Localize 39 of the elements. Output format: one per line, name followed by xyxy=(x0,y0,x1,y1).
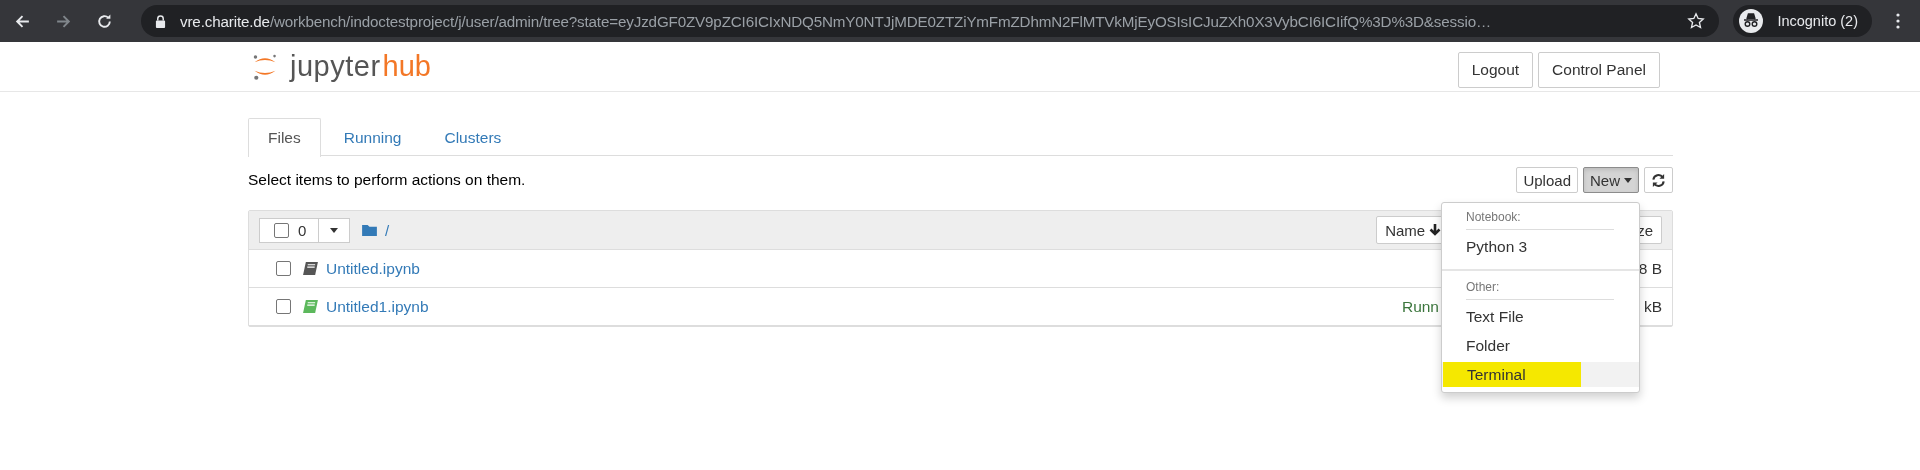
size-text: 8 B xyxy=(1638,259,1662,278)
row-checkbox[interactable] xyxy=(276,299,291,314)
reload-icon[interactable] xyxy=(96,12,113,30)
select-dropdown-button[interactable] xyxy=(319,217,350,243)
menu-header: Notebook: xyxy=(1466,208,1614,230)
menu-item[interactable]: Folder xyxy=(1442,333,1639,358)
file-link[interactable]: Untitled1.ipynb xyxy=(326,297,429,316)
incognito-icon xyxy=(1739,9,1764,33)
brand-name: jupyter xyxy=(290,50,381,83)
tab[interactable]: Clusters xyxy=(424,118,522,155)
tab[interactable]: Running xyxy=(323,118,422,155)
lock-icon xyxy=(155,14,166,28)
hint-text: Select items to perform actions on them. xyxy=(248,171,526,189)
menu-header: Other: xyxy=(1466,278,1614,300)
select-all-button[interactable]: 0 xyxy=(259,217,319,243)
breadcrumb-link[interactable]: / xyxy=(385,221,390,239)
file-link[interactable]: Untitled.ipynb xyxy=(326,259,420,278)
new-button[interactable]: New xyxy=(1583,167,1639,193)
folder-icon[interactable] xyxy=(362,224,377,236)
status-text: Runn xyxy=(1401,297,1439,316)
brand-suffix: hub xyxy=(382,50,431,83)
caret-icon xyxy=(330,227,338,233)
refresh-icon xyxy=(1651,172,1666,188)
address-bar[interactable]: vre.charite.de/workbench/indoctestproject/j/user/admin/tree?state=eyJzdGF0ZV9pZCI6ICIxNDQ5NmY0NTJjMDE0ZTZiYmFmZDhmN2FlMTVkMjEyOSIsICJuZXh0X3VybCI6ICIifQ%3D%3D&sessio… xyxy=(141,5,1720,37)
upload-button[interactable]: Upload xyxy=(1516,167,1578,193)
bookmark-star-icon[interactable] xyxy=(1687,12,1706,30)
menu-item[interactable]: Terminal xyxy=(1442,362,1639,387)
sort-arrow-icon xyxy=(1429,224,1442,236)
profile-button[interactable]: Incognito (2) xyxy=(1733,5,1872,37)
size-text: kB xyxy=(1642,297,1662,316)
caret-icon xyxy=(1624,177,1632,183)
tab[interactable]: Files xyxy=(248,118,321,157)
header-button[interactable]: Logout xyxy=(1457,51,1534,88)
header-button[interactable]: Control Panel xyxy=(1538,51,1660,88)
url-text: vre.charite.de/workbench/indoctestproject/j/user/admin/tree?state=eyJzdGF0ZV9pZCI6ICIxNDQ5NmY0NTJjMDE0ZTZiYmFmZDhmN2FlMTVkMjEyOSIsICJuZXh0X3VybCI6ICIifQ%3D%3D&sessio… xyxy=(180,12,1492,30)
row-checkbox[interactable] xyxy=(276,261,291,276)
refresh-button[interactable] xyxy=(1644,167,1673,193)
menu-item[interactable]: Text File xyxy=(1442,304,1639,329)
menu-icon[interactable] xyxy=(1896,13,1900,29)
